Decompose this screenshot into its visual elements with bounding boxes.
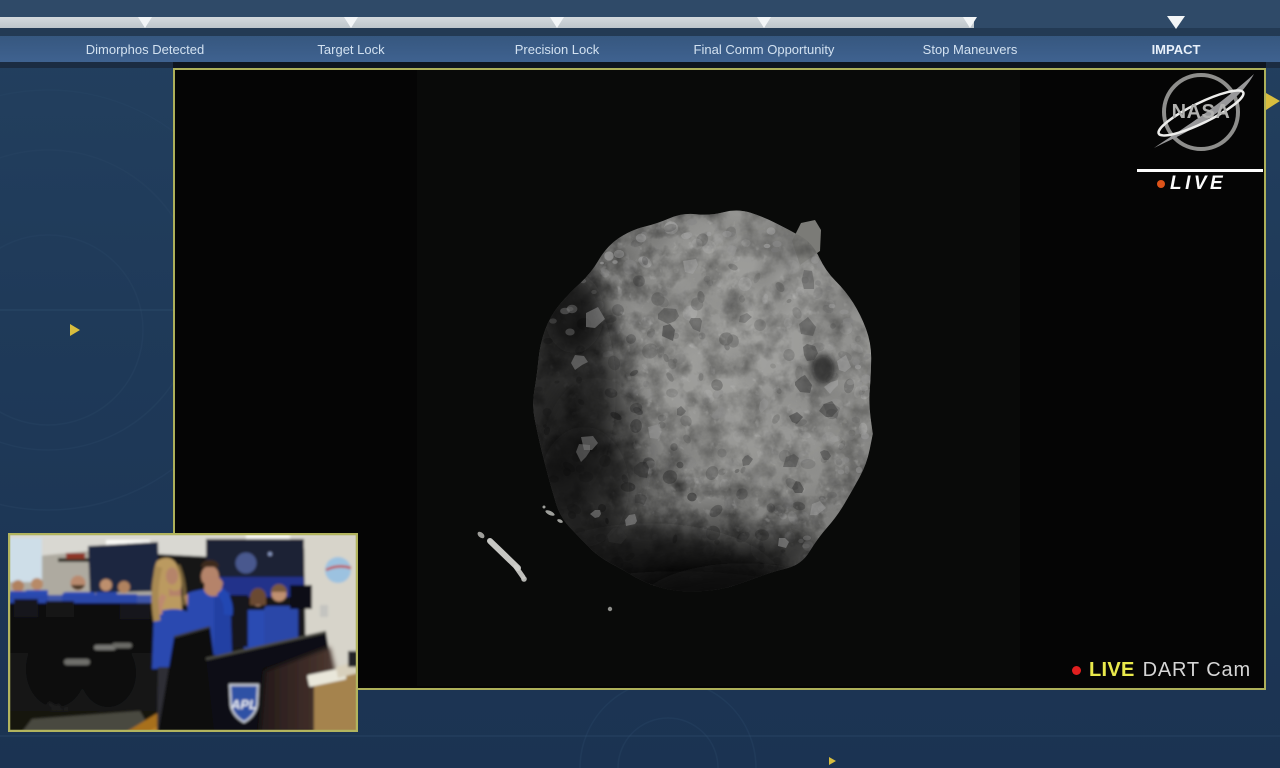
svg-text:APL: APL bbox=[230, 697, 257, 712]
